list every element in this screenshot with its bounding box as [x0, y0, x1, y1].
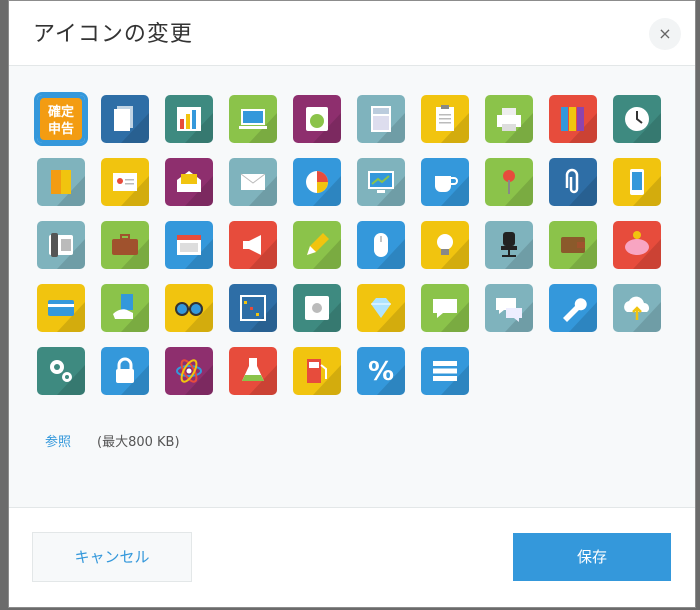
coffee-cup-icon[interactable]: [421, 158, 469, 206]
chat-bubbles-icon[interactable]: [485, 284, 533, 332]
close-button[interactable]: ×: [649, 18, 681, 50]
tax-return-label-bottom: 申告: [48, 121, 74, 137]
cloud-upload-icon[interactable]: [613, 284, 661, 332]
paperclip-icon[interactable]: [549, 158, 597, 206]
briefcase-icon[interactable]: [101, 221, 149, 269]
percent-icon[interactable]: %: [357, 347, 405, 395]
telephone-icon[interactable]: [37, 221, 85, 269]
clipboard-icon[interactable]: [421, 95, 469, 143]
cancel-button[interactable]: キャンセル: [32, 532, 192, 582]
calendar-icon[interactable]: [165, 221, 213, 269]
safe-icon[interactable]: [293, 284, 341, 332]
diamond-icon[interactable]: [357, 284, 405, 332]
piggy-bank-icon[interactable]: [613, 221, 661, 269]
smartphone-icon[interactable]: [613, 158, 661, 206]
open-envelope-icon[interactable]: [165, 158, 213, 206]
fuel-pump-icon[interactable]: [293, 347, 341, 395]
office-chair-icon[interactable]: [485, 221, 533, 269]
megaphone-icon[interactable]: [229, 221, 277, 269]
clock-icon[interactable]: [613, 95, 661, 143]
gears-icon[interactable]: [37, 347, 85, 395]
monitor-chart-icon[interactable]: [357, 158, 405, 206]
speech-bubble-icon[interactable]: [421, 284, 469, 332]
save-button[interactable]: 保存: [513, 533, 671, 581]
id-card-icon[interactable]: [101, 158, 149, 206]
wrench-icon[interactable]: [549, 284, 597, 332]
abacus-icon[interactable]: [229, 284, 277, 332]
documents-icon[interactable]: [101, 95, 149, 143]
hand-card-icon[interactable]: [101, 284, 149, 332]
printer-icon[interactable]: [485, 95, 533, 143]
percent-glyph: %: [368, 357, 394, 387]
glasses-icon[interactable]: [165, 284, 213, 332]
laptop-icon[interactable]: [229, 95, 277, 143]
calculator-icon[interactable]: [357, 95, 405, 143]
atom-icon[interactable]: [165, 347, 213, 395]
max-size-note: (最大800 KB): [97, 435, 180, 450]
hand-stamp-icon[interactable]: [293, 95, 341, 143]
tax-return-label-top: 確定: [48, 104, 74, 120]
padlock-icon[interactable]: [101, 347, 149, 395]
mouse-icon[interactable]: [357, 221, 405, 269]
pushpin-icon[interactable]: [485, 158, 533, 206]
dialog-title: アイコンの変更: [33, 22, 193, 47]
bar-chart-icon[interactable]: [165, 95, 213, 143]
dialog-footer: キャンセル 保存: [9, 507, 695, 607]
envelope-icon[interactable]: [229, 158, 277, 206]
wallet-icon[interactable]: [549, 221, 597, 269]
tax-return-icon[interactable]: 確定 申告: [37, 95, 85, 143]
credit-card-icon[interactable]: [37, 284, 85, 332]
pie-chart-icon[interactable]: [293, 158, 341, 206]
flask-icon[interactable]: [229, 347, 277, 395]
list-icon[interactable]: [421, 347, 469, 395]
browse-link[interactable]: 参照: [45, 431, 71, 450]
pencil-icon[interactable]: [293, 221, 341, 269]
change-icon-dialog: アイコンの変更 × 確定 申告% 参照 (最大800 KB) キャンセル 保存: [8, 0, 696, 608]
dialog-header: アイコンの変更 ×: [9, 1, 695, 66]
door-icon[interactable]: [37, 158, 85, 206]
binders-icon[interactable]: [549, 95, 597, 143]
light-bulb-icon[interactable]: [421, 221, 469, 269]
